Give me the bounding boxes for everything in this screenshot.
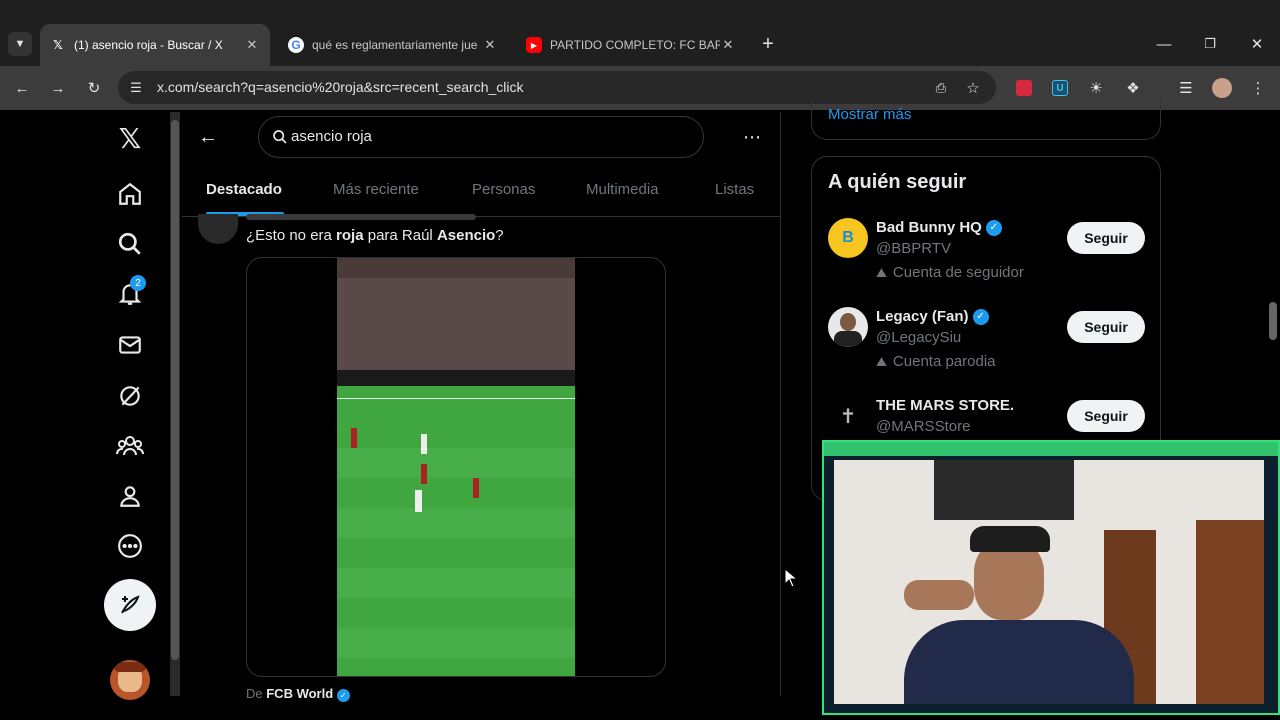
tab-personas[interactable]: Personas — [472, 181, 535, 198]
close-window-icon[interactable]: ✕ — [1245, 32, 1269, 56]
follow-account-handle[interactable]: @BBPRTV — [876, 240, 951, 257]
follow-button[interactable]: Seguir — [1067, 311, 1145, 343]
x-home-logo-icon[interactable]: 𝕏 — [114, 122, 146, 154]
column-divider — [780, 112, 781, 696]
follow-account-note: ⛰ Cuenta parodia — [876, 353, 996, 370]
tweet-source[interactable]: De FCB World ✓ — [246, 686, 350, 702]
browser-tab-x-search[interactable]: 𝕏 (1) asencio roja - Buscar / X ✕ — [40, 24, 270, 66]
tab-listas[interactable]: Listas — [715, 181, 754, 198]
close-tab-icon[interactable]: ✕ — [482, 37, 498, 53]
tab-mas-reciente[interactable]: Más reciente — [333, 181, 419, 198]
mouse-cursor-icon — [784, 567, 799, 593]
messages-envelope-icon[interactable] — [114, 329, 146, 361]
explore-search-icon[interactable] — [114, 228, 146, 260]
minimize-icon[interactable]: — — [1152, 32, 1176, 56]
media-control-icon[interactable]: ☰ — [1174, 76, 1198, 100]
feather-plus-icon — [121, 595, 140, 614]
verified-badge-icon: ✓ — [972, 308, 989, 325]
follow-account-name[interactable]: THE MARS STORE. — [876, 397, 1014, 414]
verified-badge-icon: ✓ — [985, 219, 1002, 236]
x-logo-icon: 𝕏 — [53, 38, 63, 52]
tab-title: qué es reglamentariamente jue — [312, 38, 478, 52]
close-tab-icon[interactable]: ✕ — [244, 37, 260, 53]
home-icon[interactable] — [114, 178, 146, 210]
extension-sun-icon[interactable]: ☀ — [1084, 76, 1108, 100]
extension-u-icon[interactable]: U — [1048, 76, 1072, 100]
tab-title: (1) asencio roja - Buscar / X — [74, 38, 223, 52]
back-arrow-icon[interactable]: ← — [10, 76, 34, 100]
google-g-icon: G — [288, 37, 304, 53]
avatar[interactable] — [828, 307, 868, 347]
profile-avatar[interactable] — [1210, 76, 1234, 100]
tweet-header-cutoff — [246, 214, 476, 220]
tab-title: PARTIDO COMPLETO: FC BARCE — [550, 38, 720, 52]
video-frame — [337, 258, 575, 676]
youtube-icon: ▶ — [526, 37, 542, 53]
tab-multimedia[interactable]: Multimedia — [586, 181, 659, 198]
follow-account-name[interactable]: Bad Bunny HQ ✓ — [876, 219, 1002, 236]
browser-menu-icon[interactable]: ⋮ — [1246, 76, 1270, 100]
profile-icon[interactable] — [114, 480, 146, 512]
grok-icon[interactable] — [114, 380, 146, 412]
feed-scrollbar[interactable] — [170, 112, 180, 696]
tweet-text: ¿Esto no era roja para Raúl Asencio? — [246, 227, 504, 244]
follow-account-name[interactable]: Legacy (Fan) ✓ — [876, 308, 989, 325]
notifications-badge: 2 — [130, 275, 146, 291]
webcam-overlay — [822, 440, 1280, 715]
restore-icon[interactable]: ❐ — [1198, 32, 1222, 56]
search-icon — [272, 129, 288, 150]
parody-mask-icon: ⛰ — [876, 353, 887, 369]
who-to-follow-title: A quién seguir — [828, 171, 967, 193]
new-tab-button[interactable]: + — [756, 32, 780, 56]
site-info-icon[interactable]: ☰ — [124, 76, 148, 100]
communities-icon[interactable] — [114, 430, 146, 462]
tab-destacado[interactable]: Destacado — [206, 181, 282, 198]
verified-badge-icon: ✓ — [336, 689, 350, 702]
parody-mask-icon: ⛰ — [876, 264, 887, 280]
avatar[interactable]: B — [828, 218, 868, 258]
tab-search-chevron-icon[interactable]: ▼ — [8, 32, 32, 56]
browser-tab-youtube[interactable]: ▶ PARTIDO COMPLETO: FC BARCE ✕ — [516, 24, 746, 66]
search-query[interactable]: asencio roja — [291, 128, 372, 145]
follow-account-handle[interactable]: @MARSStore — [876, 418, 970, 435]
follow-button[interactable]: Seguir — [1067, 400, 1145, 432]
url-text[interactable]: x.com/search?q=asencio%20roja&src=recent… — [157, 79, 524, 95]
follow-account-handle[interactable]: @LegacySiu — [876, 329, 961, 346]
search-more-options-icon[interactable]: ⋯ — [740, 125, 764, 149]
bookmark-star-icon[interactable]: ☆ — [961, 76, 985, 100]
show-more-link[interactable]: Mostrar más — [828, 106, 911, 123]
notifications-bell-icon[interactable]: 2 — [114, 275, 146, 310]
browser-tab-google[interactable]: G qué es reglamentariamente jue ✕ — [278, 24, 508, 66]
webcam-video — [834, 460, 1264, 704]
account-avatar[interactable] — [110, 660, 150, 700]
extension-red-icon[interactable] — [1012, 76, 1036, 100]
close-tab-icon[interactable]: ✕ — [720, 37, 736, 53]
forward-arrow-icon[interactable]: → — [46, 76, 70, 100]
compose-post-button[interactable] — [104, 579, 156, 631]
extensions-puzzle-icon[interactable]: ❖ — [1121, 76, 1145, 100]
install-app-icon[interactable]: ⎙ — [929, 76, 953, 100]
avatar[interactable]: ✝ — [828, 396, 868, 436]
follow-account-note: ⛰ Cuenta de seguidor — [876, 264, 1024, 281]
tweet-video[interactable] — [246, 257, 666, 677]
tweet-author-avatar[interactable] — [198, 214, 238, 244]
follow-button[interactable]: Seguir — [1067, 222, 1145, 254]
reload-icon[interactable]: ↻ — [82, 76, 106, 100]
more-options-icon[interactable] — [114, 530, 146, 562]
back-arrow-icon[interactable]: ← — [196, 125, 220, 149]
